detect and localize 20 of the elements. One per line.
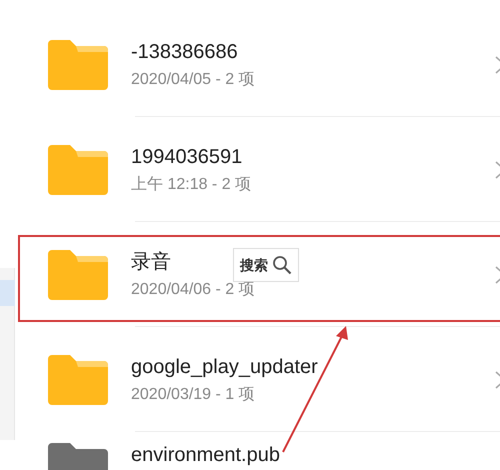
item-name: 1994036591 — [131, 144, 242, 169]
item-name: 录音 — [131, 250, 171, 274]
item-name: -138386686 — [131, 40, 238, 64]
item-name: google_play_updater — [131, 354, 318, 379]
search-icon — [272, 255, 292, 275]
folder-icon — [48, 144, 108, 194]
item-details: 2020/04/05 - 2 项 — [131, 70, 255, 90]
file-list-item[interactable]: google_play_updater 2020/03/19 - 1 项 — [0, 327, 500, 432]
folder-icon — [48, 250, 108, 300]
item-details: 2020/04/06 - 2 项 — [131, 280, 255, 300]
item-details: 2020/03/19 - 1 项 — [131, 384, 255, 404]
sidebar-selected-edge — [0, 280, 15, 306]
file-list-item[interactable]: -138386686 2020/04/05 - 2 项 — [0, 12, 500, 117]
search-chip[interactable]: 搜索 — [233, 248, 299, 282]
file-list-item[interactable]: environment.pub — [0, 432, 500, 470]
file-list-item[interactable]: 1994036591 上午 12:18 - 2 项 — [0, 117, 500, 222]
item-name: environment.pub — [131, 443, 280, 467]
folder-icon — [48, 40, 108, 90]
folder-icon — [48, 354, 108, 404]
item-details: 上午 12:18 - 2 项 — [131, 174, 252, 194]
